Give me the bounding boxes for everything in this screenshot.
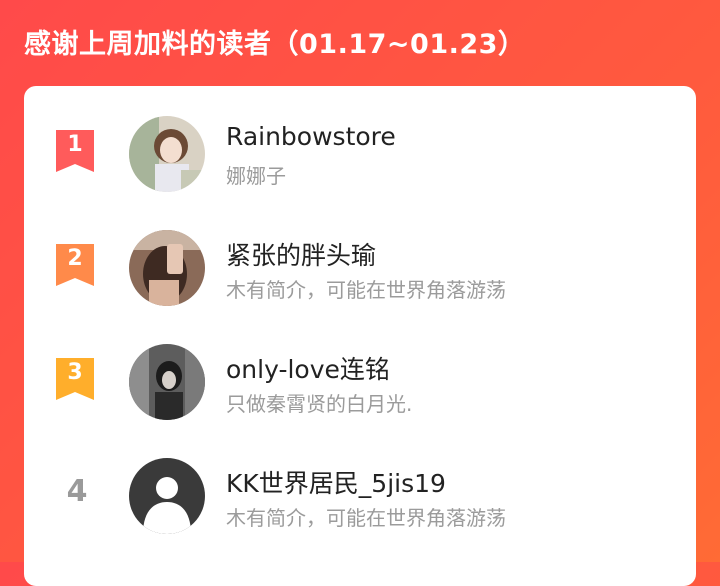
reader-row-1[interactable]: 1 Rainbowstore 娜娜子 bbox=[24, 110, 696, 200]
reader-name[interactable]: only-love连铭 bbox=[226, 350, 390, 386]
rank-badge-silver: 2 bbox=[56, 244, 94, 286]
reader-list-card: 1 Rainbowstore 娜娜子 2 紧张的胖头瑜 木有简介，可能在世界角落… bbox=[24, 86, 696, 586]
rank-number: 2 bbox=[67, 246, 83, 271]
default-user-icon bbox=[129, 458, 205, 534]
page-title: 感谢上周加料的读者（01.17~01.23） bbox=[24, 29, 526, 60]
reader-name[interactable]: KK世界居民_5jis19 bbox=[226, 464, 446, 500]
rank-badge-bronze: 3 bbox=[56, 358, 94, 400]
reader-description: 娜娜子 bbox=[226, 164, 286, 188]
avatar[interactable] bbox=[129, 230, 205, 306]
avatar[interactable] bbox=[129, 116, 205, 192]
reader-name[interactable]: Rainbowstore bbox=[226, 122, 396, 151]
rank-number: 3 bbox=[67, 360, 83, 385]
rank-badge-gold: 1 bbox=[56, 130, 94, 172]
reader-row-3[interactable]: 3 only-love连铭 只做秦霄贤的白月光. bbox=[24, 338, 696, 428]
reader-description: 木有简介，可能在世界角落游荡 bbox=[226, 278, 506, 302]
reader-name[interactable]: 紧张的胖头瑜 bbox=[226, 236, 376, 272]
reader-description: 只做秦霄贤的白月光. bbox=[226, 392, 413, 416]
reader-row-4[interactable]: 4 KK世界居民_5jis19 木有简介，可能在世界角落游荡 bbox=[24, 452, 696, 542]
rank-number: 4 bbox=[66, 474, 88, 509]
avatar-default[interactable] bbox=[129, 458, 205, 534]
reader-row-2[interactable]: 2 紧张的胖头瑜 木有简介，可能在世界角落游荡 bbox=[24, 224, 696, 314]
reader-description: 木有简介，可能在世界角落游荡 bbox=[226, 506, 506, 530]
rank-number: 1 bbox=[67, 132, 83, 157]
avatar[interactable] bbox=[129, 344, 205, 420]
